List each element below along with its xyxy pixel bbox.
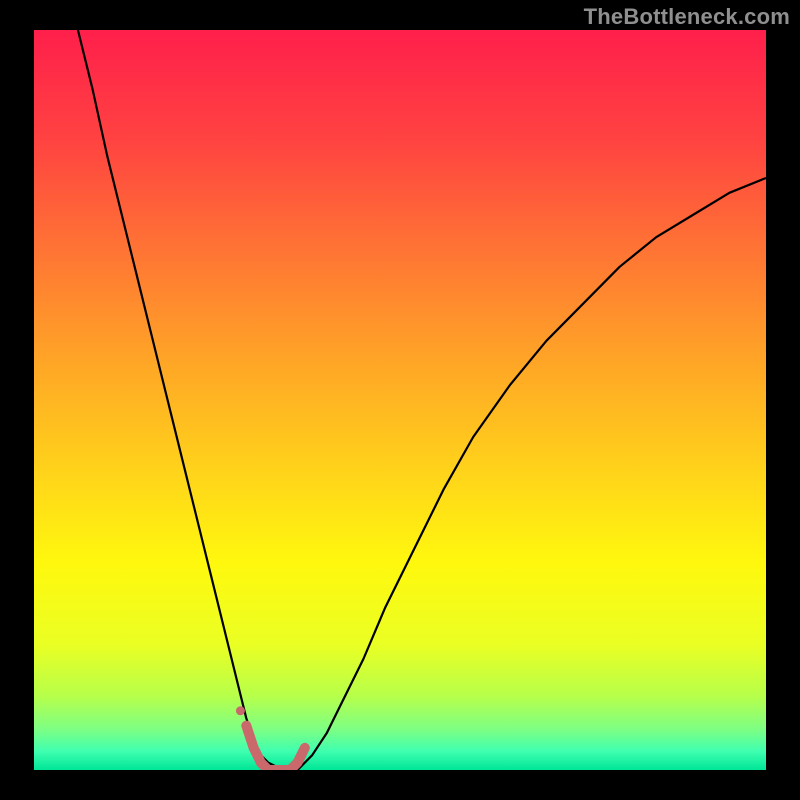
chart-svg [34,30,766,770]
chart-frame: TheBottleneck.com [0,0,800,800]
plot-area [34,30,766,770]
watermark-text: TheBottleneck.com [584,4,790,30]
highlight-dot [236,706,245,715]
gradient-background [34,30,766,770]
